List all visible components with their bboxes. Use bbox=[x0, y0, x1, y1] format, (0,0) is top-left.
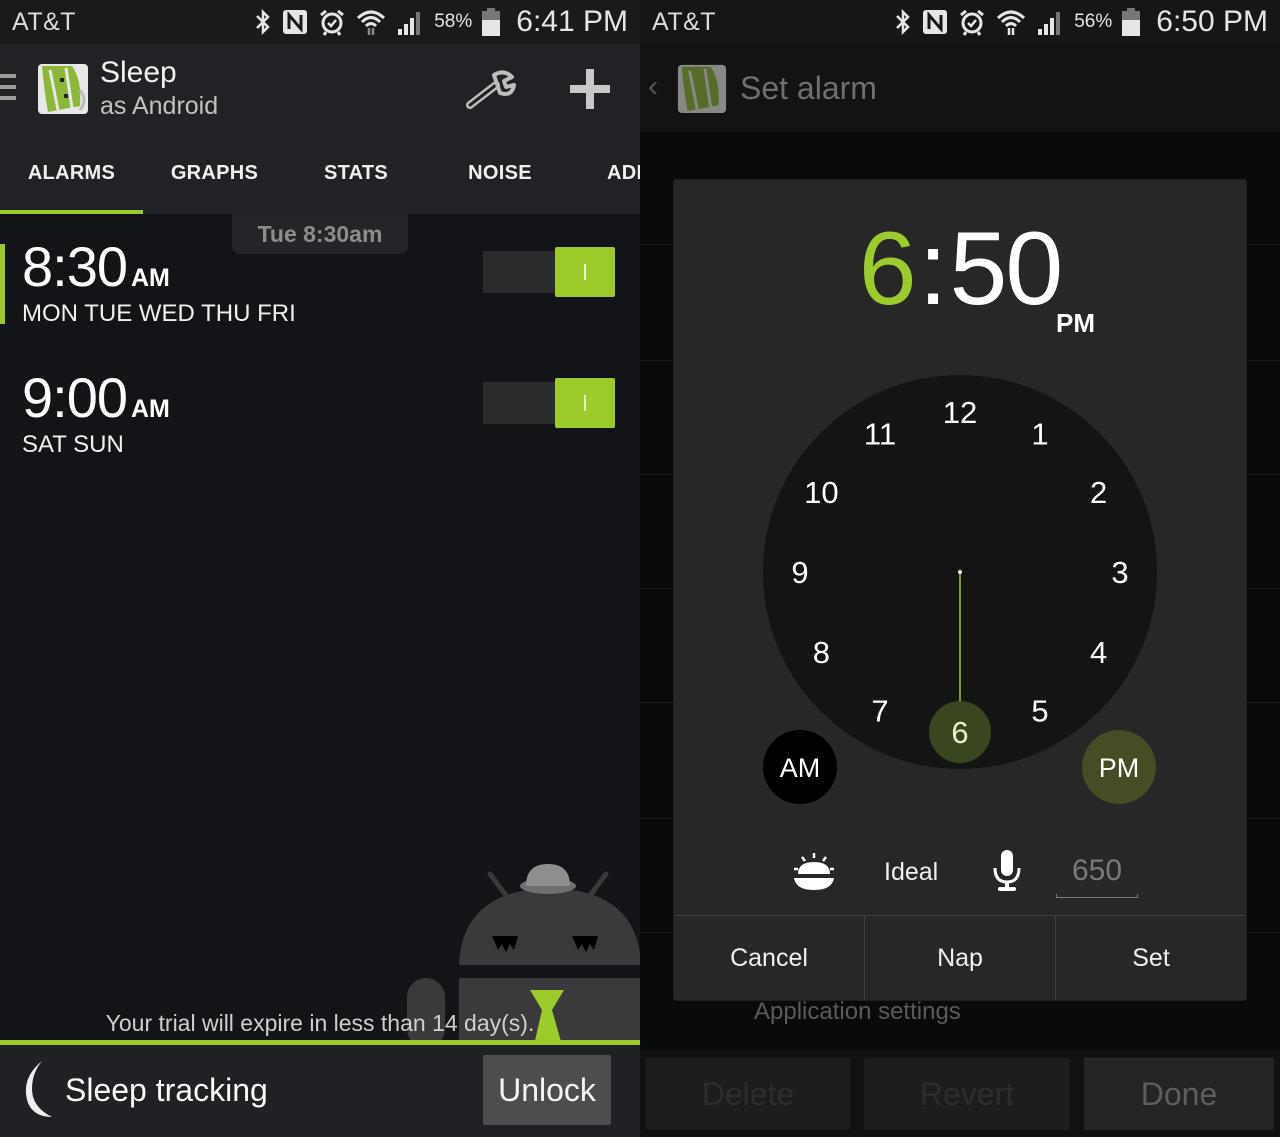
delete-button[interactable]: Delete bbox=[646, 1058, 850, 1130]
microphone-icon[interactable] bbox=[992, 848, 1022, 892]
tab-addons[interactable]: ADD bbox=[600, 132, 640, 214]
alarm-item[interactable]: 9:00 AM SAT SUN bbox=[0, 345, 640, 465]
app-logo-icon[interactable] bbox=[36, 60, 90, 116]
alarms-screen: AT&T 58% 6:41 PM Sleep as Android ALARMS… bbox=[0, 0, 640, 1137]
alarm-highlight-bar bbox=[0, 244, 5, 324]
tab-bar: ALARMS GRAPHS STATS NOISE ADD bbox=[0, 132, 640, 214]
alarm-ampm: AM bbox=[131, 264, 170, 292]
screen-title: Set alarm bbox=[740, 70, 877, 106]
add-plus-icon bbox=[570, 69, 610, 109]
alarm-ampm: AM bbox=[131, 395, 170, 423]
settings-wrench-icon bbox=[466, 70, 516, 109]
app-bar: Sleep as Android bbox=[0, 44, 640, 132]
bluetooth-icon bbox=[254, 9, 272, 35]
app-subtitle: as Android bbox=[100, 92, 219, 120]
moon-icon[interactable] bbox=[18, 1059, 62, 1121]
alarm-time: 8:30 AM bbox=[22, 234, 170, 299]
carrier-label: AT&T bbox=[12, 7, 77, 36]
alarm-clock-icon bbox=[958, 8, 986, 36]
tab-stats[interactable]: STATS bbox=[286, 132, 426, 214]
dial-hour-1[interactable]: 1 bbox=[1031, 416, 1048, 451]
dial-hour-4[interactable]: 4 bbox=[1090, 635, 1107, 670]
unlock-button[interactable]: Unlock bbox=[483, 1055, 611, 1125]
nfc-icon bbox=[922, 9, 948, 35]
battery-icon bbox=[1122, 8, 1141, 36]
dial-hour-3[interactable]: 3 bbox=[1111, 555, 1128, 590]
revert-button[interactable]: Revert bbox=[864, 1058, 1070, 1130]
toggle-thumb bbox=[555, 378, 615, 428]
app-bar: ‹ Set alarm bbox=[640, 44, 1280, 132]
smart-wakeup-icon[interactable] bbox=[792, 852, 836, 892]
add-alarm-button[interactable] bbox=[562, 62, 618, 116]
nfc-icon bbox=[282, 9, 308, 35]
alarm-item[interactable]: 8:30 AM MON TUE WED THU FRI bbox=[0, 214, 640, 334]
alarm-days: MON TUE WED THU FRI bbox=[22, 300, 296, 327]
edit-action-bar: Delete Revert Done bbox=[640, 1050, 1280, 1137]
alarm-time-value: 8:30 bbox=[22, 235, 128, 298]
clock-time: 6:50 PM bbox=[1156, 5, 1268, 38]
sleep-tracking-label[interactable]: Sleep tracking bbox=[65, 1072, 268, 1109]
status-bar: AT&T 56% 6:50 PM bbox=[640, 0, 1280, 44]
application-settings-item[interactable]: Application settings bbox=[754, 998, 961, 1026]
battery-icon bbox=[482, 8, 501, 36]
dial-hour-12[interactable]: 12 bbox=[943, 395, 977, 430]
alarm-options-row: Ideal bbox=[674, 840, 1246, 916]
dial-hour-6[interactable]: 6 bbox=[951, 715, 968, 750]
pm-label: PM bbox=[1099, 753, 1140, 783]
alarm-clock-icon bbox=[318, 8, 346, 36]
toggle-thumb bbox=[555, 247, 615, 297]
dial-hour-11[interactable]: 11 bbox=[864, 416, 896, 451]
am-label: AM bbox=[780, 753, 821, 783]
settings-button[interactable] bbox=[460, 64, 520, 114]
set-button[interactable]: Set bbox=[1055, 916, 1246, 1000]
bluetooth-icon bbox=[894, 9, 912, 35]
alarm-toggle[interactable] bbox=[483, 247, 615, 297]
menu-icon[interactable] bbox=[0, 74, 16, 100]
wifi-icon bbox=[356, 8, 386, 36]
tab-noise[interactable]: NOISE bbox=[428, 132, 572, 214]
tab-graphs[interactable]: GRAPHS bbox=[143, 132, 286, 214]
clock-center-dot bbox=[958, 570, 962, 574]
input-underline bbox=[1056, 894, 1138, 898]
dialog-button-row: Cancel Nap Set bbox=[674, 915, 1246, 1000]
smart-wakeup-label[interactable]: Ideal bbox=[884, 858, 938, 887]
dial-hour-5[interactable]: 5 bbox=[1031, 694, 1048, 729]
dial-hour-9[interactable]: 9 bbox=[791, 555, 808, 590]
trial-expiry-notice: Your trial will expire in less than 14 d… bbox=[105, 1010, 535, 1036]
tab-alarms[interactable]: ALARMS bbox=[0, 132, 143, 214]
dial-hour-7[interactable]: 7 bbox=[871, 694, 888, 729]
alarm-time: 9:00 AM bbox=[22, 365, 170, 430]
sleep-tracking-bar: Sleep tracking Unlock bbox=[0, 1045, 640, 1137]
clock-time: 6:41 PM bbox=[516, 5, 628, 38]
carrier-label: AT&T bbox=[652, 7, 717, 36]
status-bar: AT&T 58% 6:41 PM bbox=[0, 0, 640, 44]
alarm-time-value: 9:00 bbox=[22, 366, 128, 429]
alarm-days: SAT SUN bbox=[22, 431, 124, 458]
dial-hour-10[interactable]: 10 bbox=[804, 475, 838, 510]
done-button[interactable]: Done bbox=[1084, 1058, 1274, 1130]
app-logo-icon[interactable] bbox=[676, 60, 728, 116]
dial-hour-2[interactable]: 2 bbox=[1090, 475, 1107, 510]
battery-percent: 58% bbox=[434, 11, 473, 32]
signal-icon bbox=[396, 9, 424, 35]
back-chevron-icon[interactable]: ‹ bbox=[648, 70, 658, 104]
nap-button[interactable]: Nap bbox=[864, 916, 1055, 1000]
alarm-toggle[interactable] bbox=[483, 378, 615, 428]
time-picker-dialog: 6:50 PM 121234567891011 AM PM Ideal Canc… bbox=[674, 180, 1246, 1000]
dial-hour-8[interactable]: 8 bbox=[813, 635, 830, 670]
snooze-input[interactable] bbox=[1056, 846, 1138, 896]
signal-icon bbox=[1036, 9, 1064, 35]
battery-percent: 56% bbox=[1074, 11, 1113, 32]
app-title: Sleep bbox=[100, 56, 177, 89]
wifi-icon bbox=[996, 8, 1026, 36]
cancel-button[interactable]: Cancel bbox=[674, 916, 864, 1000]
